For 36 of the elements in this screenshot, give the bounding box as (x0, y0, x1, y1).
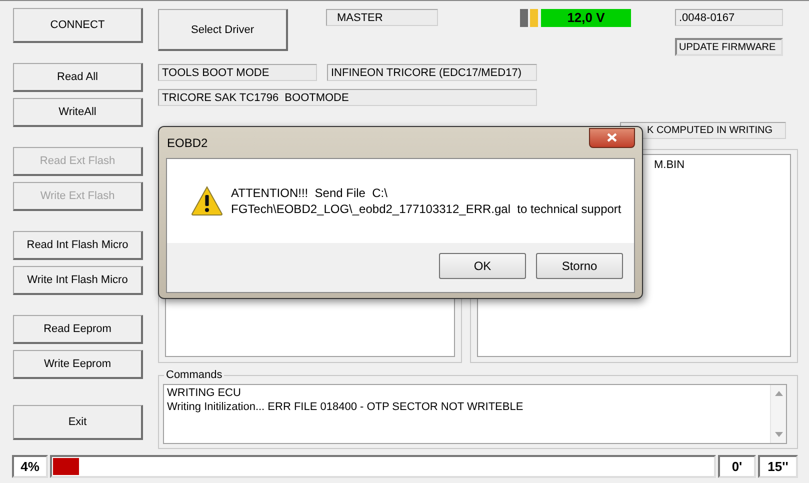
action-button[interactable]: Write Eeprom (13, 350, 143, 379)
status-indicator-icon (520, 9, 528, 27)
seconds-field: 15'' (758, 455, 798, 478)
action-button[interactable]: Write Int Flash Micro (13, 266, 143, 295)
dialog-button[interactable]: OK (439, 253, 526, 279)
close-icon (607, 133, 617, 142)
dialog-title: EOBD2 (167, 136, 208, 150)
action-button[interactable]: Read Int Flash Micro (13, 231, 143, 260)
dialog-button[interactable]: Storno (536, 253, 623, 279)
serial-field: .0048-0167 (675, 9, 783, 26)
action-button[interactable]: Exit (13, 405, 143, 440)
ecu-family-field: INFINEON TRICORE (EDC17/MED17) (327, 64, 537, 81)
action-button[interactable]: CONNECT (13, 8, 143, 43)
update-firmware-button[interactable]: UPDATE FIRMWARE (675, 38, 783, 56)
action-button[interactable]: WriteAll (13, 98, 143, 127)
warning-icon (191, 186, 223, 216)
boot-mode-field: TOOLS BOOT MODE (158, 64, 317, 81)
select-driver-button[interactable]: Select Driver (158, 9, 288, 51)
scroll-up-icon[interactable] (774, 391, 782, 396)
action-button[interactable]: Read All (13, 63, 143, 92)
checksum-status-field: K COMPUTED IN WRITING (620, 122, 786, 139)
voltage-display: 12,0 V (541, 9, 631, 27)
action-button[interactable]: Read Eeprom (13, 315, 143, 344)
log-line: WRITING ECU (167, 386, 242, 400)
scrollbar[interactable] (770, 385, 786, 443)
dialog-message: ATTENTION!!! Send File C:\ FGTech\EOBD2_LOG\_eobd2_177103312_ERR.gal to technical support (231, 185, 622, 217)
minutes-field: 0' (718, 455, 756, 478)
log-line: Writing Initilization... ERR FILE 018400 - OTP SECTOR NOT WRITEBLE (167, 400, 524, 414)
close-button[interactable] (589, 128, 635, 148)
mode-field: MASTER (326, 9, 438, 26)
file-item[interactable]: M.BIN (654, 159, 790, 172)
scroll-down-icon[interactable] (774, 432, 782, 437)
processor-field: TRICORE SAK TC1796 BOOTMODE (158, 89, 537, 106)
status-indicator-icon (530, 9, 538, 27)
percent-field: 4% (12, 455, 48, 478)
commands-label: Commands (164, 369, 224, 381)
